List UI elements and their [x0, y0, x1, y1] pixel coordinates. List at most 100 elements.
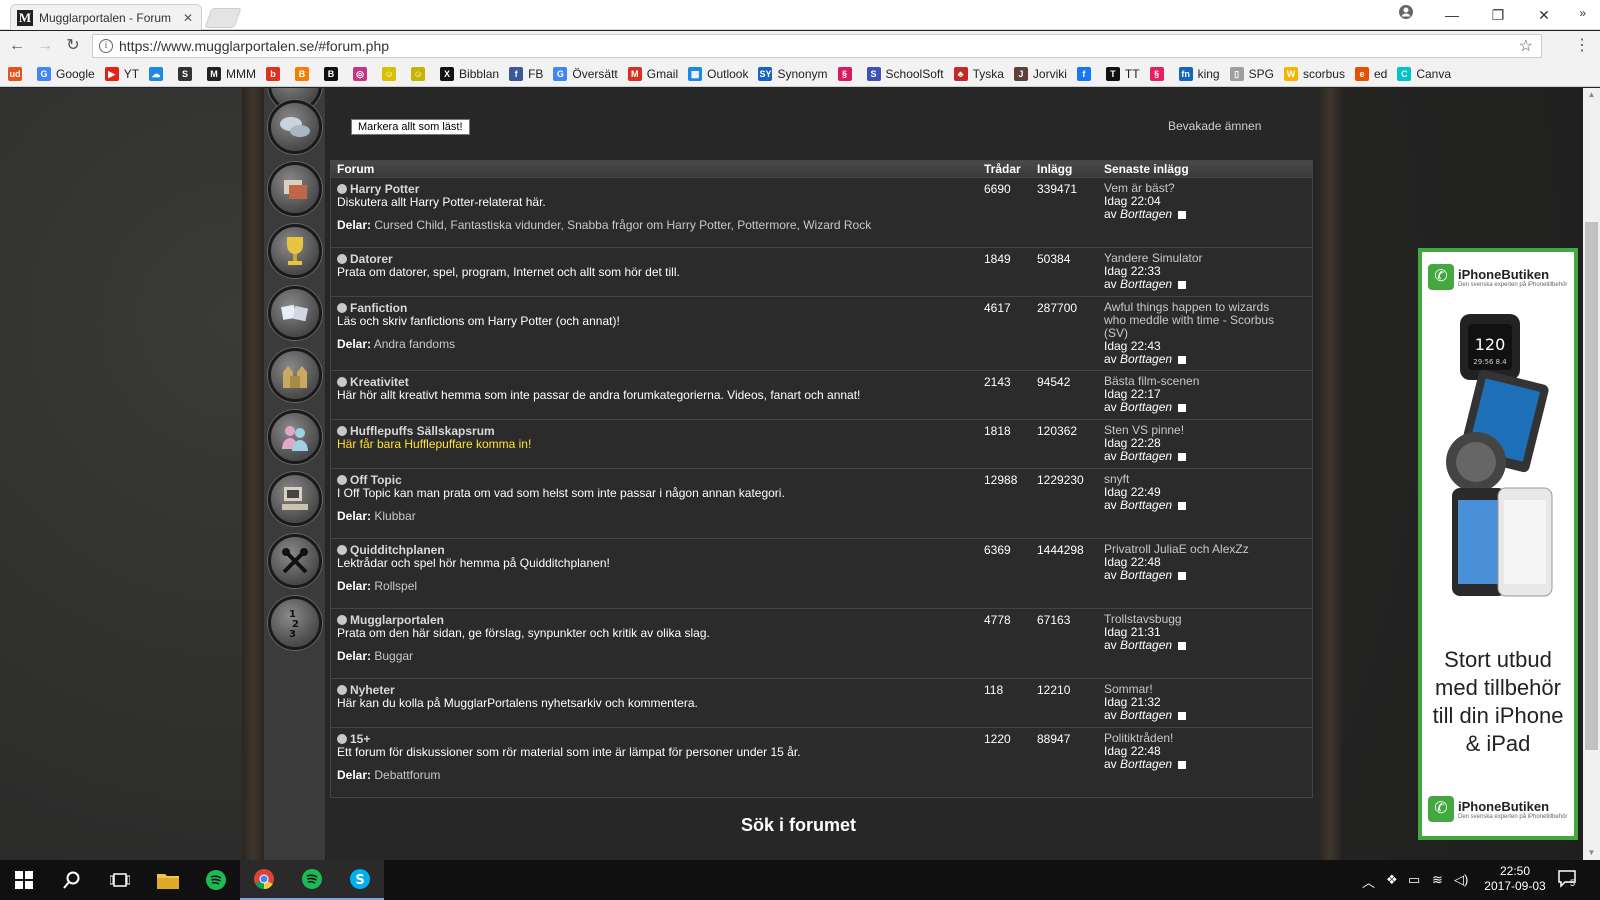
browser-tab[interactable]: M Mugglarportalen - Forum ✕ — [10, 4, 202, 30]
subforum-links[interactable]: Andra fandoms — [374, 337, 455, 351]
scroll-thumb[interactable] — [1585, 222, 1598, 750]
scroll-down-icon[interactable]: ▼ — [1583, 846, 1600, 860]
latest-post-author[interactable]: Borttagen — [1120, 400, 1172, 414]
forward-icon[interactable]: → — [34, 35, 56, 57]
bookmark-item[interactable]: fn king — [1178, 66, 1220, 81]
search-icon[interactable] — [48, 860, 96, 900]
forum-name-link[interactable]: Harry Potter — [350, 182, 419, 196]
latest-post-author[interactable]: Borttagen — [1120, 277, 1172, 291]
forum-name-link[interactable]: Quidditchplanen — [350, 543, 445, 557]
nav-quidditch-icon[interactable] — [268, 534, 322, 588]
bookmark-item[interactable]: C Canva — [1397, 66, 1451, 81]
nav-ranking-icon[interactable]: 123 — [268, 596, 322, 650]
scroll-up-icon[interactable]: ▲ — [1583, 88, 1600, 102]
bookmark-item[interactable]: G Google — [37, 66, 95, 81]
window-close-icon[interactable]: ✕ — [1524, 4, 1564, 26]
bookmark-item[interactable]: X Bibblan — [440, 66, 499, 81]
bookmark-item[interactable]: M Gmail — [627, 66, 678, 81]
latest-post-author[interactable]: Borttagen — [1120, 708, 1172, 722]
goto-post-icon[interactable] — [1178, 210, 1187, 219]
bookmark-item[interactable]: Wscorbus — [1283, 66, 1345, 81]
file-explorer-icon[interactable] — [144, 860, 192, 900]
taskbar-clock[interactable]: 22:50 2017-09-03 — [1480, 864, 1550, 894]
spotify-icon[interactable] — [192, 860, 240, 900]
nav-computer-icon[interactable] — [268, 472, 322, 526]
bookmark-item[interactable]: ☺ — [411, 66, 430, 81]
bookmark-item[interactable]: § — [837, 66, 857, 81]
bookmark-item[interactable]: ud — [8, 66, 27, 81]
bookmark-item[interactable]: B — [295, 66, 314, 81]
windows-start-icon[interactable] — [0, 860, 48, 900]
volume-icon[interactable]: ◁) — [1454, 872, 1468, 888]
nav-forum-icon[interactable] — [268, 162, 322, 216]
bookmark-item[interactable]: S SchoolSoft — [866, 66, 944, 81]
mark-all-read-button[interactable]: Markera allt som läst! — [351, 119, 470, 135]
watched-topics-link[interactable]: Bevakade ämnen — [1168, 119, 1261, 133]
forum-name-link[interactable]: Hufflepuffs Sällskapsrum — [350, 424, 495, 438]
bookmark-item[interactable]: G Översätt — [553, 66, 618, 81]
goto-post-icon[interactable] — [1178, 452, 1187, 461]
forum-name-link[interactable]: Off Topic — [350, 473, 402, 487]
bookmark-item[interactable]: J Jorviki — [1013, 66, 1067, 81]
bookmark-item[interactable]: ☁ — [149, 66, 168, 81]
bookmark-item[interactable]: ▦ Outlook — [688, 66, 748, 81]
latest-post-author[interactable]: Borttagen — [1120, 207, 1172, 221]
goto-post-icon[interactable] — [1178, 571, 1187, 580]
goto-post-icon[interactable] — [1178, 641, 1187, 650]
bookmark-item[interactable]: ◎ — [353, 66, 372, 81]
page-scrollbar[interactable]: ▲ ▼ — [1583, 88, 1600, 860]
forum-name-link[interactable]: Fanfiction — [350, 301, 407, 315]
bookmarks-overflow-icon[interactable]: » — [1579, 6, 1586, 20]
goto-post-icon[interactable] — [1178, 355, 1187, 364]
skype-icon[interactable]: S — [336, 860, 384, 900]
profile-icon[interactable] — [1386, 4, 1426, 26]
nav-castle-icon[interactable] — [268, 348, 322, 402]
bookmark-item[interactable]: S — [178, 66, 197, 81]
bookmark-item[interactable]: SY Synonym — [758, 66, 828, 81]
goto-post-icon[interactable] — [1178, 711, 1187, 720]
forum-name-link[interactable]: Datorer — [350, 252, 393, 266]
subforum-links[interactable]: Buggar — [374, 649, 413, 663]
wifi-icon[interactable]: ≋ — [1432, 872, 1443, 888]
bookmark-item[interactable]: b — [266, 66, 285, 81]
latest-post-author[interactable]: Borttagen — [1120, 449, 1172, 463]
tab-close-icon[interactable]: ✕ — [181, 11, 195, 25]
subforum-links[interactable]: Klubbar — [374, 509, 415, 523]
bookmark-item[interactable]: e ed — [1354, 66, 1387, 81]
latest-post-author[interactable]: Borttagen — [1120, 638, 1172, 652]
bookmark-item[interactable]: ▶ YT — [104, 66, 139, 81]
minimize-icon[interactable]: — — [1432, 4, 1472, 26]
bookmark-item[interactable]: f — [1076, 66, 1096, 81]
spotify-running-icon[interactable] — [288, 860, 336, 900]
site-info-icon[interactable]: i — [99, 39, 113, 53]
maximize-icon[interactable]: ❐ — [1478, 4, 1518, 26]
notifications-icon[interactable]: 5 — [1558, 870, 1578, 888]
dropbox-icon[interactable]: ❖ — [1386, 872, 1398, 888]
forum-name-link[interactable]: 15+ — [350, 732, 370, 746]
nav-dice-icon[interactable] — [268, 286, 322, 340]
advertisement[interactable]: ✆ iPhoneButiken Den svenska experten på i… — [1418, 248, 1578, 840]
bookmark-item[interactable]: ☺ — [382, 66, 401, 81]
latest-post-author[interactable]: Borttagen — [1120, 568, 1172, 582]
goto-post-icon[interactable] — [1178, 280, 1187, 289]
nav-chat-icon[interactable] — [268, 100, 322, 154]
battery-icon[interactable]: ▭ — [1408, 872, 1420, 888]
bookmark-item[interactable]: § — [1149, 66, 1169, 81]
bookmark-item[interactable]: f FB — [509, 66, 543, 81]
bookmark-item[interactable]: ♣ Tyska — [953, 66, 1004, 81]
forum-name-link[interactable]: Mugglarportalen — [350, 613, 444, 627]
goto-post-icon[interactable] — [1178, 760, 1187, 769]
goto-post-icon[interactable] — [1178, 501, 1187, 510]
address-bar[interactable]: i https://www.mugglarportalen.se/#forum.… — [92, 34, 1542, 58]
bookmark-item[interactable]: ▯ SPG — [1229, 66, 1274, 81]
subforum-links[interactable]: Cursed Child, Fantastiska vidunder, Snab… — [374, 218, 871, 232]
show-hidden-icons-icon[interactable]: ︿ — [1362, 872, 1375, 891]
subforum-links[interactable]: Rollspel — [374, 579, 417, 593]
bookmark-item[interactable]: B — [324, 66, 343, 81]
nav-trophy-icon[interactable] — [268, 224, 322, 278]
bookmark-item[interactable]: M MMM — [207, 66, 256, 81]
bookmark-item[interactable]: T TT — [1105, 66, 1140, 81]
chrome-icon[interactable] — [240, 860, 288, 900]
subforum-links[interactable]: Debattforum — [374, 768, 440, 782]
new-tab-button[interactable] — [204, 8, 242, 28]
